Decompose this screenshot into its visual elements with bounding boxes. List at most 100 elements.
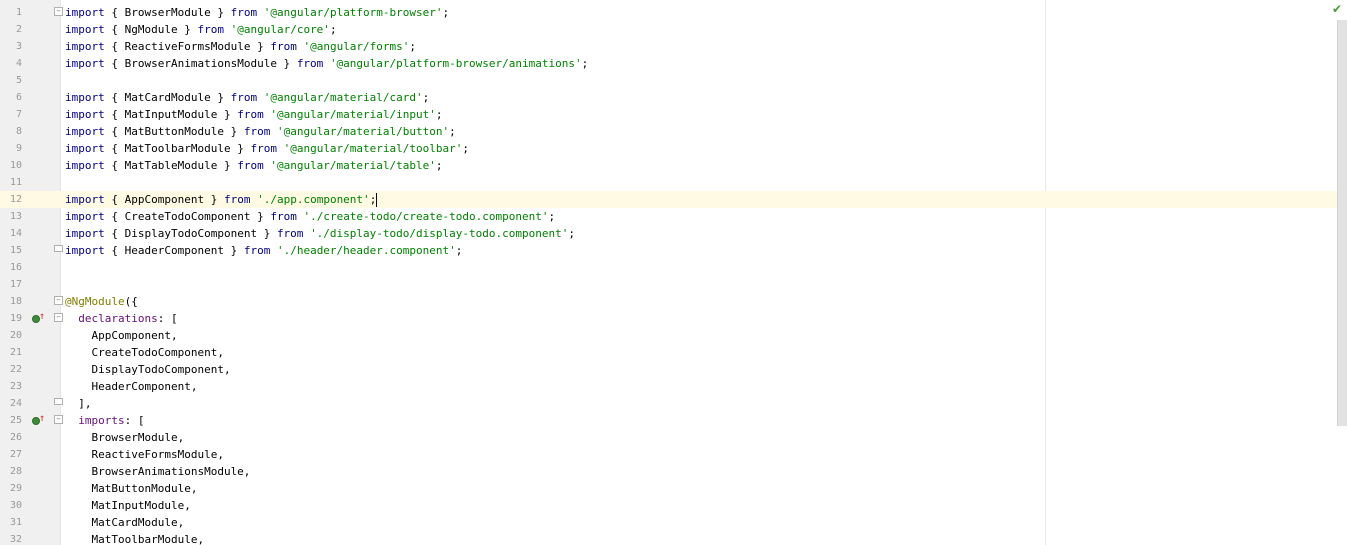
code-line[interactable]: 10 import { MatTableModule } from '@angul… <box>0 157 1337 174</box>
code-line[interactable]: 27 ReactiveFormsModule, <box>0 446 1337 463</box>
code-text: import { MatButtonModule } from '@angula… <box>65 123 456 140</box>
code-token: { MatToolbarModule } <box>104 142 251 155</box>
code-token: from <box>270 210 297 223</box>
code-line[interactable]: 18 − @NgModule({ <box>0 293 1337 310</box>
code-line[interactable]: 22 DisplayTodoComponent, <box>0 361 1337 378</box>
code-line[interactable]: 23 HeaderComponent, <box>0 378 1337 395</box>
code-line[interactable]: 7 import { MatInputModule } from '@angula… <box>0 106 1337 123</box>
code-line[interactable]: 17 <box>0 276 1337 293</box>
fold-collapse-icon[interactable]: − <box>54 313 63 322</box>
code-text: import { DisplayTodoComponent } from './… <box>65 225 575 242</box>
line-number: 29 <box>9 483 22 494</box>
code-text: import { BrowserModule } from '@angular/… <box>65 4 449 21</box>
code-line[interactable]: 8 import { MatButtonModule } from '@angul… <box>0 123 1337 140</box>
code-line[interactable]: 25 ↑ − imports: [ <box>0 412 1337 429</box>
code-token: @NgModule <box>65 295 125 308</box>
code-line[interactable]: 19 ↑ − declarations: [ <box>0 310 1337 327</box>
code-line[interactable]: 29 MatButtonModule, <box>0 480 1337 497</box>
line-number: 20 <box>9 330 22 341</box>
code-token: from <box>237 108 264 121</box>
code-token: BrowserModule, <box>65 431 185 444</box>
code-token: { BrowserAnimationsModule } <box>104 57 297 70</box>
code-token: { HeaderComponent } <box>104 244 244 257</box>
code-line[interactable]: 24 ], <box>0 395 1337 412</box>
code-text: CreateTodoComponent, <box>65 344 223 361</box>
code-token: ; <box>369 193 377 206</box>
checkmark-icon[interactable]: ✔ <box>1332 3 1346 15</box>
code-token: : [ <box>124 414 145 427</box>
code-token: ; <box>462 142 470 155</box>
code-token: from <box>296 57 324 70</box>
code-text: @NgModule({ <box>65 293 138 310</box>
code-area[interactable]: 1− import { BrowserModule } from '@angula… <box>0 4 1337 545</box>
code-line[interactable]: 15 import { HeaderComponent } from './hea… <box>0 242 1337 259</box>
code-token: import <box>65 91 105 104</box>
line-number: 14 <box>9 228 22 239</box>
code-line[interactable]: 11 <box>0 174 1337 191</box>
code-line[interactable]: 32 MatToolbarModule, <box>0 531 1337 545</box>
code-line[interactable]: 13 import { CreateTodoComponent } from '.… <box>0 208 1337 225</box>
code-line[interactable]: 20 AppComponent, <box>0 327 1337 344</box>
fold-end-icon[interactable] <box>54 398 63 405</box>
code-text: import { CreateTodoComponent } from './c… <box>65 208 555 225</box>
fold-end-icon[interactable] <box>54 245 63 252</box>
vertical-scrollbar-thumb[interactable] <box>1337 20 1347 426</box>
code-line[interactable]: 4 import { BrowserAnimationsModule } from… <box>0 55 1337 72</box>
code-line[interactable]: 2 import { NgModule } from '@angular/core… <box>0 21 1337 38</box>
code-text: import { AppComponent } from './app.comp… <box>65 191 378 208</box>
code-text: MatInputModule, <box>65 497 191 514</box>
line-number: 22 <box>9 364 22 375</box>
code-token: import <box>65 40 105 53</box>
code-text: import { HeaderComponent } from './heade… <box>65 242 462 259</box>
line-number: 10 <box>9 160 22 171</box>
code-line[interactable]: 3 import { ReactiveFormsModule } from '@a… <box>0 38 1337 55</box>
code-token: './create-todo/create-todo.component' <box>303 210 549 223</box>
code-token: MatButtonModule, <box>65 482 198 495</box>
code-line[interactable]: 14 import { DisplayTodoComponent } from '… <box>0 225 1337 242</box>
code-line[interactable]: 9 import { MatToolbarModule } from '@angu… <box>0 140 1337 157</box>
line-number: 25 <box>9 415 22 426</box>
code-line[interactable]: 31 MatCardModule, <box>0 514 1337 531</box>
code-token: ({ <box>124 295 138 308</box>
code-token: { MatInputModule } <box>104 108 238 121</box>
code-token: { NgModule } <box>104 23 198 36</box>
implements-marker-icon[interactable]: ↑ <box>32 414 45 426</box>
code-token: ; <box>435 108 443 121</box>
code-line[interactable]: 26 BrowserModule, <box>0 429 1337 446</box>
implements-marker-icon[interactable]: ↑ <box>32 312 45 324</box>
code-text: import { MatInputModule } from '@angular… <box>65 106 443 123</box>
code-line[interactable]: 1 − import { BrowserModule } from '@angula… <box>0 4 1337 21</box>
code-token: ], <box>65 397 92 410</box>
code-token: from <box>237 159 264 172</box>
line-number: 32 <box>9 534 22 545</box>
line-number: 24 <box>9 398 22 409</box>
code-line[interactable]: 16 <box>0 259 1337 276</box>
code-token: imports <box>78 414 125 427</box>
code-token: import <box>65 159 105 172</box>
code-token: '@angular/material/input' <box>270 108 436 121</box>
code-token: './header/header.component' <box>276 244 456 257</box>
fold-collapse-icon[interactable]: − <box>54 7 63 16</box>
code-editor[interactable]: 1− import { BrowserModule } from '@angula… <box>0 0 1347 545</box>
code-token: MatInputModule, <box>65 499 191 512</box>
code-line[interactable]: 30 MatInputModule, <box>0 497 1337 514</box>
line-number: 15 <box>9 245 22 256</box>
code-token: MatCardModule, <box>65 516 185 529</box>
code-line[interactable]: 5 <box>0 72 1337 89</box>
code-line[interactable]: 28 BrowserAnimationsModule, <box>0 463 1337 480</box>
line-number: 31 <box>9 517 22 528</box>
code-token: BrowserAnimationsModule, <box>65 465 251 478</box>
code-line[interactable]: 6 import { MatCardModule } from '@angular… <box>0 89 1337 106</box>
fold-collapse-icon[interactable]: − <box>54 415 63 424</box>
fold-collapse-icon[interactable]: − <box>54 296 63 305</box>
code-token: { MatCardModule } <box>104 91 231 104</box>
line-number: 16 <box>9 262 22 273</box>
code-token: '@angular/platform-browser/animations' <box>329 57 582 70</box>
code-line[interactable]: 12 import { AppComponent } from './app.co… <box>0 191 1337 208</box>
code-line[interactable]: 21 CreateTodoComponent, <box>0 344 1337 361</box>
code-text: import { NgModule } from '@angular/core'… <box>65 21 337 38</box>
code-text: AppComponent, <box>65 327 177 344</box>
code-token: import <box>65 142 105 155</box>
code-token: { AppComponent } <box>104 193 224 206</box>
